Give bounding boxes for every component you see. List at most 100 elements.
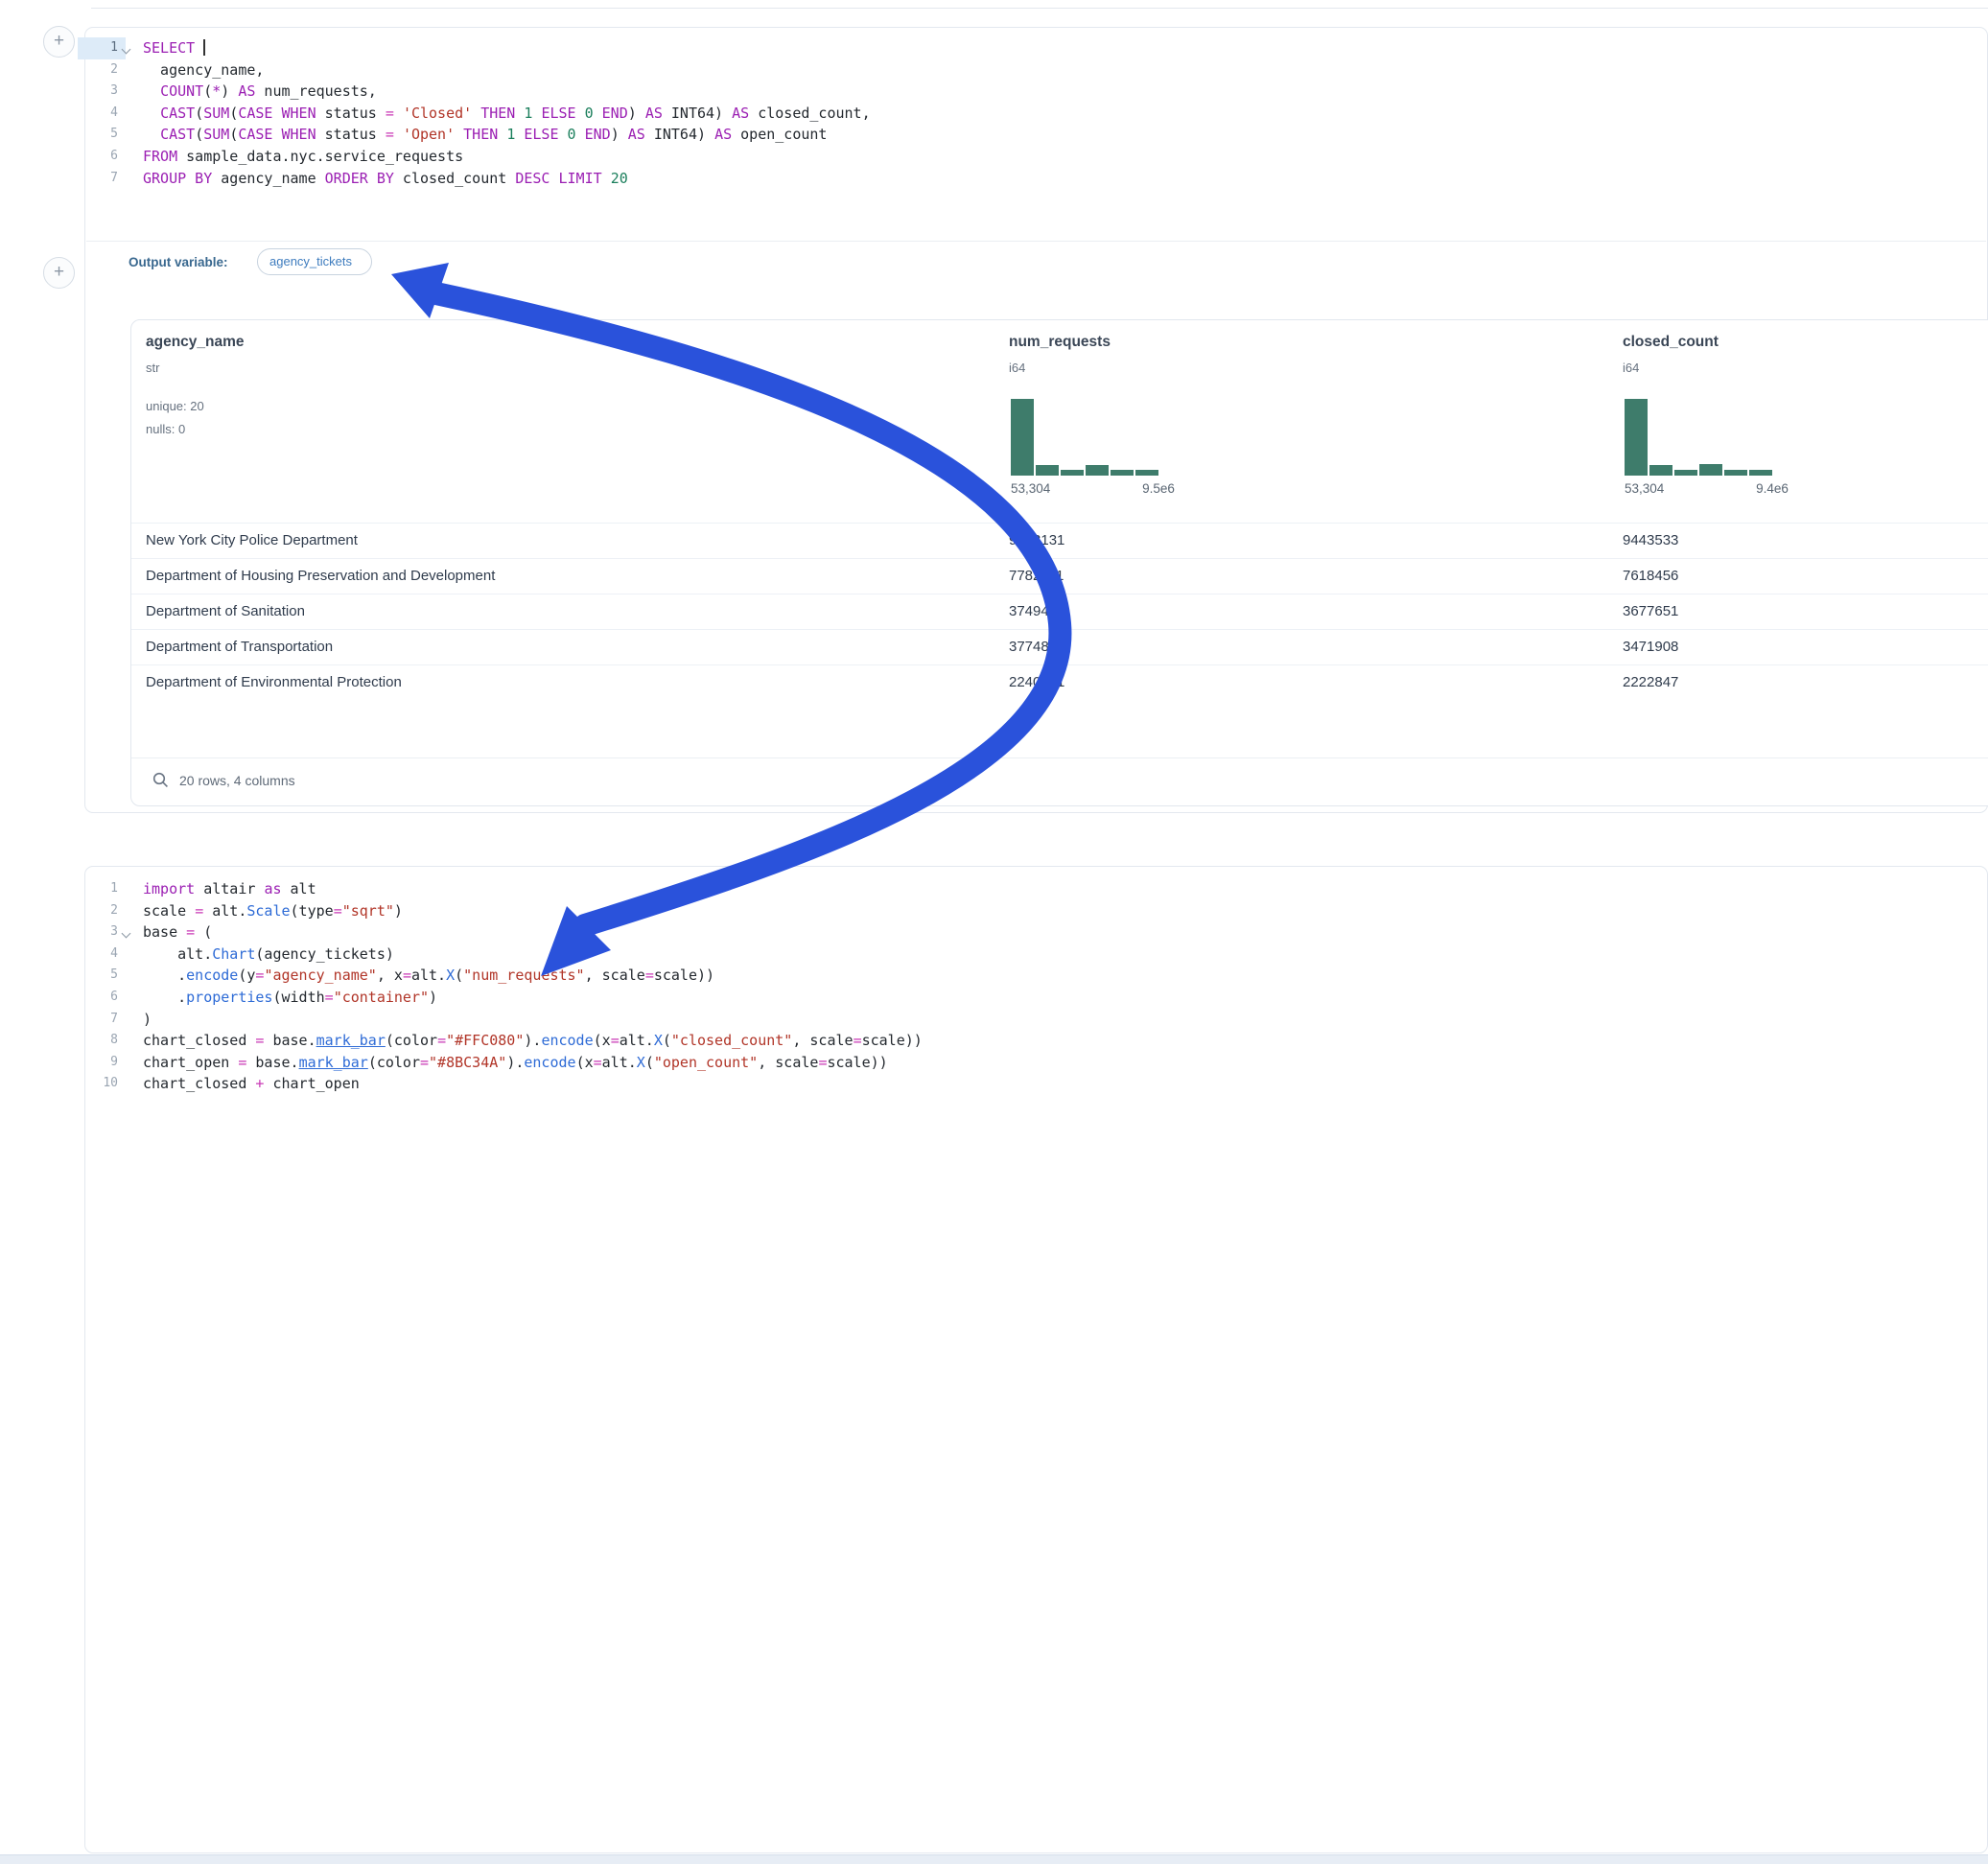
code-text: ) bbox=[143, 1009, 152, 1031]
histogram-bar bbox=[1011, 399, 1034, 476]
histogram-bar bbox=[1036, 465, 1059, 476]
previous-cell-divider bbox=[91, 8, 1988, 9]
fold-chevron-icon[interactable] bbox=[122, 929, 131, 939]
line-number: 1 bbox=[85, 37, 118, 59]
histogram-bar bbox=[1699, 464, 1722, 476]
table-cell: 3471908 bbox=[1623, 639, 1678, 655]
column-name-closed_count: closed_count bbox=[1623, 334, 1719, 351]
search-icon[interactable] bbox=[152, 772, 169, 788]
sql-line-7[interactable]: 7 GROUP BY agency_name ORDER BY closed_co… bbox=[85, 168, 1987, 190]
line-number: 4 bbox=[85, 944, 118, 966]
py-line-4[interactable]: 4 alt.Chart(agency_tickets) bbox=[85, 944, 1987, 966]
table-footer: 20 rows, 4 columns bbox=[131, 757, 1988, 805]
line-number: 2 bbox=[85, 900, 118, 922]
code-text: GROUP BY agency_name ORDER BY closed_cou… bbox=[143, 168, 628, 190]
result-table: agency_namestrunique: 20nulls: 0num_requ… bbox=[130, 319, 1988, 806]
table-row[interactable]: Department of Transportation 3774892 34719… bbox=[131, 629, 1988, 665]
code-text: base = ( bbox=[143, 921, 212, 944]
py-line-8[interactable]: 8 chart_closed = base.mark_bar(color="#FF… bbox=[85, 1030, 1987, 1052]
line-number: 8 bbox=[85, 1030, 118, 1052]
sql-line-6[interactable]: 6 FROM sample_data.nyc.service_requests bbox=[85, 146, 1987, 168]
py-line-9[interactable]: 9chart_open = base.mark_bar(color="#8BC3… bbox=[85, 1052, 1987, 1074]
column-type: i64 bbox=[1009, 361, 1025, 375]
histogram-bar bbox=[1135, 470, 1158, 476]
code-text: chart_closed + chart_open bbox=[143, 1073, 360, 1095]
sql-line-5[interactable]: 5 CAST(SUM(CASE WHEN status = 'Open' THE… bbox=[85, 124, 1987, 146]
column-type: str bbox=[146, 361, 159, 375]
table-row-count: 20 rows, 4 columns bbox=[179, 773, 295, 788]
histogram-bar bbox=[1086, 465, 1109, 476]
line-number: 4 bbox=[85, 103, 118, 125]
sql-code-editor[interactable]: 1SELECT 2 agency_name,3 COUNT(*) AS num_… bbox=[85, 37, 1987, 189]
sql-line-1[interactable]: 1SELECT bbox=[85, 37, 1987, 59]
table-cell: 3749485 bbox=[1009, 603, 1064, 619]
sql-cell: 1SELECT 2 agency_name,3 COUNT(*) AS num_… bbox=[84, 27, 1988, 813]
py-line-3[interactable]: 3 base = ( bbox=[85, 921, 1987, 944]
table-cell: 9453131 bbox=[1009, 532, 1064, 548]
column-histogram bbox=[1625, 399, 1774, 476]
line-number: 3 bbox=[85, 921, 118, 944]
column-stat: nulls: 0 bbox=[146, 422, 185, 436]
notebook-canvas: + + 1SELECT 2 agency_name,3 COUNT(*) AS … bbox=[0, 0, 1988, 1864]
column-name-agency_name: agency_name bbox=[146, 334, 245, 351]
column-type: i64 bbox=[1623, 361, 1639, 375]
histogram-bar bbox=[1649, 465, 1672, 476]
histogram-bar bbox=[1625, 399, 1648, 476]
next-cell-edge bbox=[0, 1854, 1988, 1864]
code-text: FROM sample_data.nyc.service_requests bbox=[143, 146, 463, 168]
histogram-max-label: 9.5e6 bbox=[1142, 481, 1175, 496]
histogram-max-label: 9.4e6 bbox=[1756, 481, 1789, 496]
line-number: 5 bbox=[85, 965, 118, 987]
add-cell-button-middle[interactable]: + bbox=[43, 257, 75, 289]
sql-line-2[interactable]: 2 agency_name, bbox=[85, 59, 1987, 82]
table-cell: 2222847 bbox=[1623, 674, 1678, 690]
column-name-num_requests: num_requests bbox=[1009, 334, 1111, 351]
code-text: agency_name, bbox=[143, 59, 264, 82]
table-row[interactable]: Department of Housing Preservation and D… bbox=[131, 558, 1988, 594]
output-variable-label: Output variable: bbox=[129, 255, 228, 269]
line-number: 5 bbox=[85, 124, 118, 146]
line-number: 2 bbox=[85, 59, 118, 82]
py-line-6[interactable]: 6 .properties(width="container") bbox=[85, 987, 1987, 1009]
output-variable-pill[interactable]: agency_tickets bbox=[257, 248, 372, 275]
table-cell: Department of Environmental Protection bbox=[146, 674, 402, 690]
histogram-bar bbox=[1724, 470, 1747, 476]
line-number: 7 bbox=[85, 168, 118, 190]
code-text: .properties(width="container") bbox=[143, 987, 437, 1009]
code-text: CAST(SUM(CASE WHEN status = 'Open' THEN … bbox=[143, 124, 827, 146]
py-line-10[interactable]: 10 chart_closed + chart_open bbox=[85, 1073, 1987, 1095]
line-number: 10 bbox=[85, 1073, 118, 1095]
sql-line-3[interactable]: 3 COUNT(*) AS num_requests, bbox=[85, 81, 1987, 103]
histogram-min-label: 53,304 bbox=[1011, 481, 1050, 496]
table-cell: Department of Housing Preservation and D… bbox=[146, 568, 495, 584]
table-cell: 7782211 bbox=[1009, 568, 1064, 584]
py-line-2[interactable]: 2 scale = alt.Scale(type="sqrt") bbox=[85, 900, 1987, 922]
histogram-bar bbox=[1674, 470, 1697, 476]
line-number: 1 bbox=[85, 878, 118, 900]
table-cell: 2240041 bbox=[1009, 674, 1064, 690]
code-text: scale = alt.Scale(type="sqrt") bbox=[143, 900, 403, 922]
code-text: chart_open = base.mark_bar(color="#8BC34… bbox=[143, 1052, 888, 1074]
table-row[interactable]: Department of Sanitation 3749485 3677651 bbox=[131, 594, 1988, 630]
code-text: chart_closed = base.mark_bar(color="#FFC… bbox=[143, 1030, 923, 1052]
table-row[interactable]: New York City Police Department945313194… bbox=[131, 523, 1988, 559]
table-cell: Department of Transportation bbox=[146, 639, 333, 655]
line-number: 7 bbox=[85, 1009, 118, 1031]
output-variable-bar: Output variable: agency_tickets bbox=[86, 241, 1986, 285]
py-line-7[interactable]: 7) bbox=[85, 1009, 1987, 1031]
table-row[interactable]: Department of Environmental Protection 22… bbox=[131, 664, 1988, 701]
table-cell: 3677651 bbox=[1623, 603, 1678, 619]
py-line-5[interactable]: 5 .encode(y="agency_name", x=alt.X("num_… bbox=[85, 965, 1987, 987]
py-line-1[interactable]: 1import altair as alt bbox=[85, 878, 1987, 900]
line-number: 6 bbox=[85, 146, 118, 168]
python-code-editor[interactable]: 1import altair as alt2 scale = alt.Scale(… bbox=[85, 878, 1987, 1095]
code-text: alt.Chart(agency_tickets) bbox=[143, 944, 394, 966]
histogram-min-label: 53,304 bbox=[1625, 481, 1664, 496]
sql-line-4[interactable]: 4 CAST(SUM(CASE WHEN status = 'Closed' T… bbox=[85, 103, 1987, 125]
histogram-bar bbox=[1061, 470, 1084, 476]
python-cell: 1import altair as alt2 scale = alt.Scale(… bbox=[84, 866, 1988, 1853]
table-cell: Department of Sanitation bbox=[146, 603, 305, 619]
code-text: .encode(y="agency_name", x=alt.X("num_re… bbox=[143, 965, 714, 987]
table-cell: 3774892 bbox=[1009, 639, 1064, 655]
add-cell-button-top[interactable]: + bbox=[43, 26, 75, 58]
